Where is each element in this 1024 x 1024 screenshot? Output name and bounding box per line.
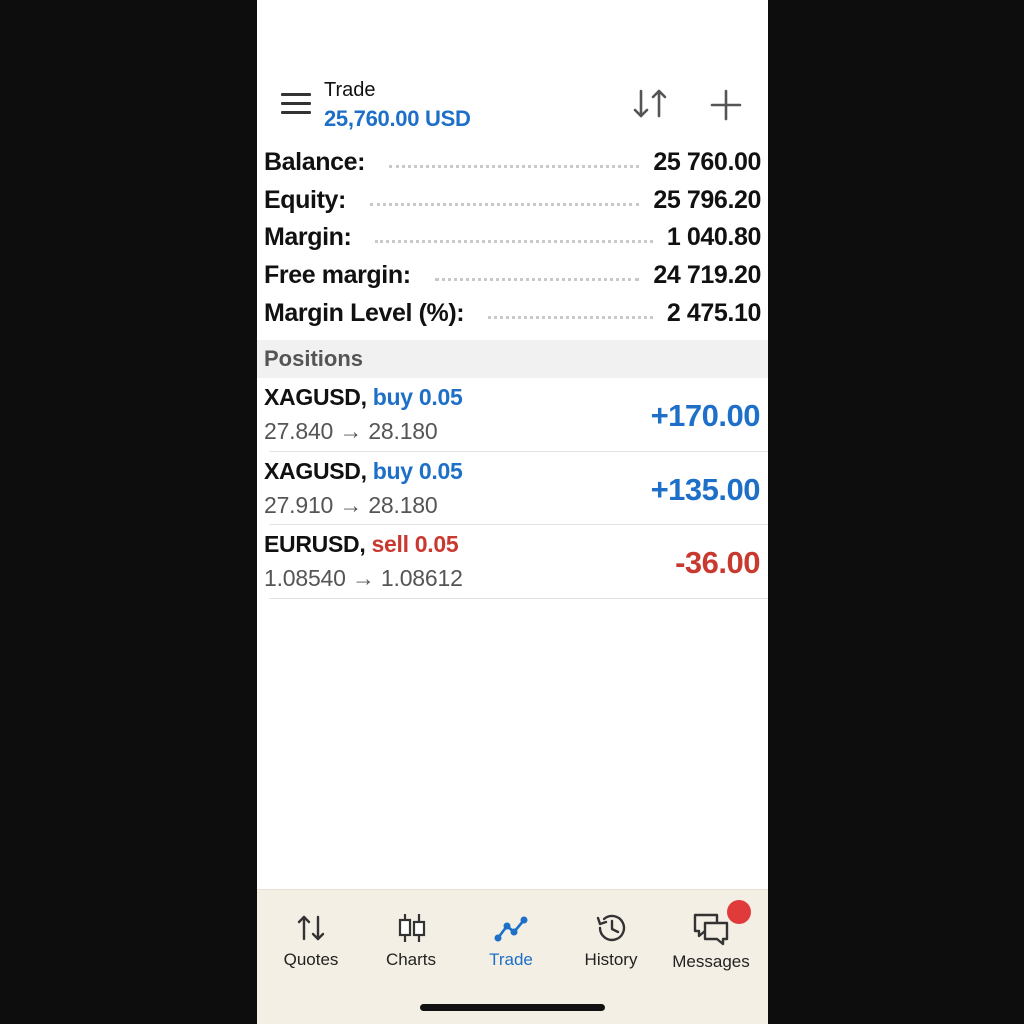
summary-row-balance: Balance: 25 760.00 [264, 144, 761, 182]
summary-row-margin-level: Margin Level (%): 2 475.10 [264, 294, 761, 332]
tab-charts[interactable]: Charts [361, 912, 461, 982]
position-prices: 27.910 → 28.180 [264, 491, 438, 518]
position-prices: 27.840 → 28.180 [264, 418, 438, 444]
position-symbol: XAGUSD, [264, 384, 367, 410]
position-direction: buy 0.05 [372, 384, 463, 410]
tab-trade[interactable]: Trade [461, 912, 561, 982]
tab-history[interactable]: History [561, 912, 661, 982]
summary-row-free-margin: Free margin: 24 719.20 [264, 257, 761, 295]
position-symbol: XAGUSD, [264, 457, 367, 484]
dotted-leader [434, 278, 640, 282]
position-prices: 1.08540 → 1.08612 [264, 565, 463, 591]
dotted-leader [369, 202, 640, 206]
position-row[interactable]: XAGUSD, buy 0.05 27.840 → 28.180 +170.00 [264, 378, 768, 452]
dotted-leader [389, 165, 640, 169]
charts-icon [398, 914, 426, 942]
position-direction: buy 0.05 [372, 457, 463, 484]
summary-label: Equity: [264, 185, 346, 214]
history-icon [596, 914, 626, 942]
trade-icon [494, 916, 528, 942]
tab-quotes[interactable]: Quotes [261, 912, 361, 982]
sort-icon[interactable] [631, 86, 671, 122]
add-order-icon[interactable] [709, 88, 743, 122]
summary-value: 2 475.10 [666, 298, 762, 327]
positions-section-header: Positions [257, 340, 768, 378]
quotes-icon [297, 915, 325, 941]
position-title: XAGUSD, buy 0.05 [264, 457, 463, 485]
summary-value: 1 040.80 [666, 223, 762, 252]
page-title: Trade [324, 79, 376, 101]
position-direction: sell 0.05 [371, 531, 459, 557]
tab-messages[interactable]: Messages [661, 900, 761, 982]
summary-label: Free margin: [264, 261, 411, 290]
summary-label: Margin Level (%): [264, 298, 465, 327]
summary-value: 25 760.00 [653, 148, 761, 177]
position-profit: +170.00 [650, 398, 761, 433]
position-row[interactable]: EURUSD, sell 0.05 1.08540 → 1.08612 -36.… [264, 525, 768, 599]
summary-value: 25 796.20 [653, 185, 761, 214]
positions-list: XAGUSD, buy 0.05 27.840 → 28.180 +170.00… [257, 378, 768, 599]
dotted-leader [375, 240, 653, 244]
position-profit: +135.00 [650, 471, 761, 507]
position-title: EURUSD, sell 0.05 [264, 531, 459, 558]
summary-value: 24 719.20 [653, 261, 761, 290]
position-row[interactable]: XAGUSD, buy 0.05 27.910 → 28.180 +135.00 [264, 452, 768, 525]
summary-label: Balance: [264, 148, 366, 177]
summary-row-margin: Margin: 1 040.80 [264, 219, 761, 257]
tab-label: Messages [672, 952, 750, 971]
tab-label: Trade [489, 950, 533, 969]
position-profit: -36.00 [675, 545, 760, 580]
summary-label: Margin: [264, 223, 352, 252]
dotted-leader [488, 315, 653, 319]
tab-label: History [584, 950, 638, 969]
position-symbol: EURUSD, [264, 531, 366, 557]
menu-icon[interactable] [281, 93, 311, 115]
account-summary: Balance: 25 760.00 Equity: 25 796.20 Mar… [264, 144, 761, 332]
summary-row-equity: Equity: 25 796.20 [264, 182, 761, 220]
home-indicator [420, 1004, 605, 1011]
messages-icon [693, 913, 729, 946]
notification-badge [727, 900, 751, 924]
tab-label: Quotes [283, 950, 339, 969]
header-balance: 25,760.00 USD [324, 106, 471, 131]
position-title: XAGUSD, buy 0.05 [264, 384, 463, 411]
tab-label: Charts [385, 950, 437, 969]
trade-screen: Trade 25,760.00 USD Balance: 25 760.00 E… [257, 0, 768, 1024]
